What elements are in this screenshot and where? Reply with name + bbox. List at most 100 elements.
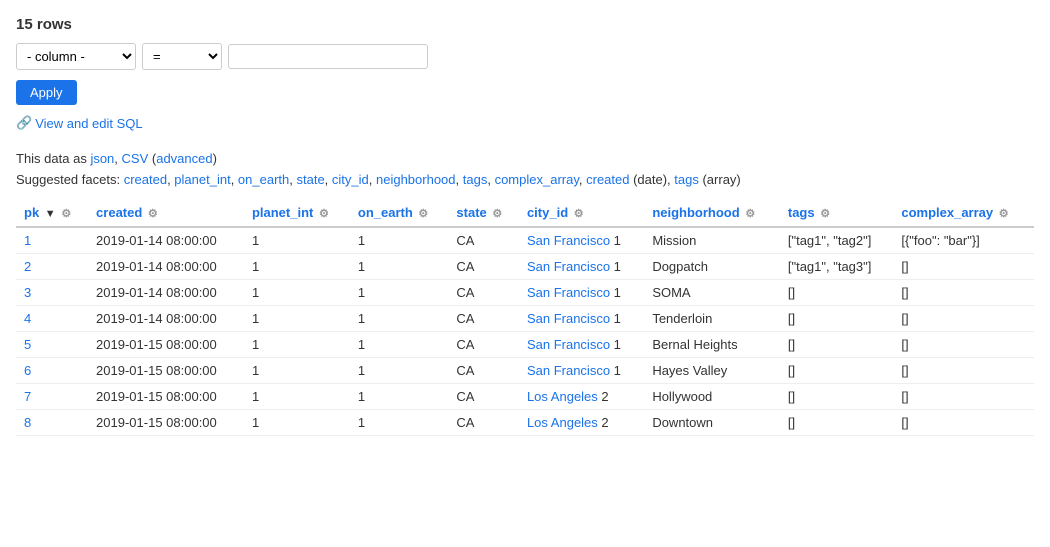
cell-state: CA <box>448 358 519 384</box>
table-row: 22019-01-14 08:00:0011CASan Francisco 1D… <box>16 254 1034 280</box>
cell-complex-array: [] <box>893 280 1034 306</box>
col-tags-link[interactable]: tags <box>788 205 815 220</box>
facet-tags-array[interactable]: tags <box>674 172 699 187</box>
state-gear-icon[interactable]: ⚙ <box>492 208 502 220</box>
cell-pk: 7 <box>16 384 88 410</box>
table-row: 72019-01-15 08:00:0011CALos Angeles 2Hol… <box>16 384 1034 410</box>
cell-complex-array: [] <box>893 410 1034 436</box>
filter-value-input[interactable] <box>228 44 428 69</box>
cell-created: 2019-01-14 08:00:00 <box>88 280 244 306</box>
planet-int-gear-icon[interactable]: ⚙ <box>319 208 329 220</box>
apply-button[interactable]: Apply <box>16 80 77 105</box>
row-count: 15 rows <box>16 16 1034 33</box>
cell-on-earth: 1 <box>350 254 449 280</box>
cell-on-earth: 1 <box>350 306 449 332</box>
col-on-earth-link[interactable]: on_earth <box>358 205 413 220</box>
col-planet-int-link[interactable]: planet_int <box>252 205 313 220</box>
city-id-link[interactable]: San Francisco <box>527 337 610 352</box>
col-pk-sort[interactable]: pk <box>24 205 39 220</box>
cell-pk: 2 <box>16 254 88 280</box>
city-id-gear-icon[interactable]: ⚙ <box>574 208 584 220</box>
pk-link[interactable]: 4 <box>24 311 31 326</box>
operator-select[interactable]: = != > < >= <= contains endswith startsw… <box>142 43 222 70</box>
tags-gear-icon[interactable]: ⚙ <box>820 208 830 220</box>
created-gear-icon[interactable]: ⚙ <box>148 208 158 220</box>
cell-tags: [] <box>780 280 893 306</box>
col-city-id: city_id ⚙ <box>519 199 644 227</box>
neighborhood-gear-icon[interactable]: ⚙ <box>745 208 755 220</box>
pk-link[interactable]: 6 <box>24 363 31 378</box>
col-neighborhood-link[interactable]: neighborhood <box>652 205 739 220</box>
cell-pk: 8 <box>16 410 88 436</box>
cell-complex-array: [] <box>893 384 1034 410</box>
city-id-link[interactable]: San Francisco <box>527 311 610 326</box>
cell-city-id: San Francisco 1 <box>519 227 644 254</box>
facet-created-date[interactable]: created <box>586 172 629 187</box>
advanced-export-link[interactable]: advanced <box>156 151 212 166</box>
cell-pk: 6 <box>16 358 88 384</box>
on-earth-gear-icon[interactable]: ⚙ <box>418 208 428 220</box>
cell-neighborhood: Downtown <box>644 410 780 436</box>
col-on-earth: on_earth ⚙ <box>350 199 449 227</box>
cell-neighborhood: Hayes Valley <box>644 358 780 384</box>
cell-created: 2019-01-15 08:00:00 <box>88 332 244 358</box>
col-complex-array-link[interactable]: complex_array <box>901 205 993 220</box>
cell-on-earth: 1 <box>350 332 449 358</box>
pk-link[interactable]: 5 <box>24 337 31 352</box>
cell-complex-array: [] <box>893 358 1034 384</box>
cell-on-earth: 1 <box>350 358 449 384</box>
cell-on-earth: 1 <box>350 227 449 254</box>
facet-state[interactable]: state <box>296 172 324 187</box>
col-state-link[interactable]: state <box>456 205 486 220</box>
cell-tags: [] <box>780 358 893 384</box>
cell-planet-int: 1 <box>244 332 350 358</box>
pk-gear-icon[interactable]: ⚙ <box>61 208 71 220</box>
cell-state: CA <box>448 332 519 358</box>
col-planet-int: planet_int ⚙ <box>244 199 350 227</box>
facet-city-id[interactable]: city_id <box>332 172 369 187</box>
cell-state: CA <box>448 384 519 410</box>
cell-state: CA <box>448 280 519 306</box>
cell-planet-int: 1 <box>244 410 350 436</box>
pk-link[interactable]: 8 <box>24 415 31 430</box>
suggested-facets: Suggested facets: created, planet_int, o… <box>16 172 1034 187</box>
facet-neighborhood[interactable]: neighborhood <box>376 172 456 187</box>
city-id-link[interactable]: San Francisco <box>527 259 610 274</box>
table-row: 12019-01-14 08:00:0011CASan Francisco 1M… <box>16 227 1034 254</box>
cell-neighborhood: Mission <box>644 227 780 254</box>
column-select[interactable]: - column - pk created planet_int on_eart… <box>16 43 136 70</box>
cell-pk: 5 <box>16 332 88 358</box>
csv-export-link[interactable]: CSV <box>122 151 149 166</box>
facet-on-earth[interactable]: on_earth <box>238 172 289 187</box>
cell-city-id: San Francisco 1 <box>519 306 644 332</box>
pk-link[interactable]: 3 <box>24 285 31 300</box>
city-id-link[interactable]: Los Angeles <box>527 389 598 404</box>
pk-link[interactable]: 1 <box>24 233 31 248</box>
city-id-link[interactable]: San Francisco <box>527 285 610 300</box>
cell-on-earth: 1 <box>350 280 449 306</box>
col-neighborhood: neighborhood ⚙ <box>644 199 780 227</box>
cell-planet-int: 1 <box>244 384 350 410</box>
complex-array-gear-icon[interactable]: ⚙ <box>999 208 1009 220</box>
cell-pk: 1 <box>16 227 88 254</box>
facet-tags[interactable]: tags <box>463 172 488 187</box>
cell-pk: 3 <box>16 280 88 306</box>
filter-row: - column - pk created planet_int on_eart… <box>16 43 1034 70</box>
city-id-link[interactable]: San Francisco <box>527 363 610 378</box>
facet-created[interactable]: created <box>124 172 167 187</box>
facet-complex-array[interactable]: complex_array <box>495 172 579 187</box>
col-created-link[interactable]: created <box>96 205 142 220</box>
view-sql-link[interactable]: 🔗 View and edit SQL <box>16 115 143 131</box>
col-city-id-link[interactable]: city_id <box>527 205 568 220</box>
city-id-link[interactable]: San Francisco <box>527 233 610 248</box>
pk-link[interactable]: 2 <box>24 259 31 274</box>
cell-created: 2019-01-14 08:00:00 <box>88 254 244 280</box>
cell-created: 2019-01-15 08:00:00 <box>88 358 244 384</box>
facet-planet-int[interactable]: planet_int <box>174 172 230 187</box>
cell-city-id: San Francisco 1 <box>519 254 644 280</box>
col-created: created ⚙ <box>88 199 244 227</box>
col-complex-array: complex_array ⚙ <box>893 199 1034 227</box>
pk-link[interactable]: 7 <box>24 389 31 404</box>
json-export-link[interactable]: json <box>90 151 114 166</box>
city-id-link[interactable]: Los Angeles <box>527 415 598 430</box>
